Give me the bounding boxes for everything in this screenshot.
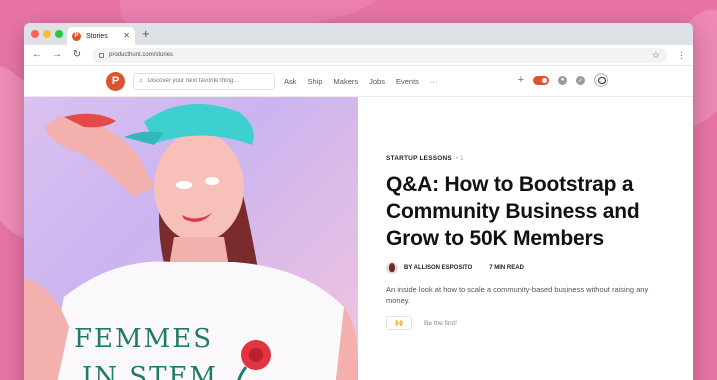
nav-item-events[interactable]: Events: [396, 77, 419, 86]
tab-stories[interactable]: P Stories ✕: [67, 27, 135, 45]
user-avatar[interactable]: [594, 73, 608, 87]
raised-arm-shape: [44, 115, 154, 197]
rose-center-shape: [249, 348, 263, 362]
reload-icon[interactable]: ↻: [72, 50, 82, 60]
new-tab-button[interactable]: +: [142, 26, 150, 42]
checkmark-icon[interactable]: ✓: [576, 75, 585, 85]
article-preview: STARTUP LESSONS • 1 Q&A: How to Bootstra…: [358, 97, 693, 380]
nav-item-ask[interactable]: Ask: [284, 77, 297, 86]
shirt-text-line2: IN STEM: [82, 362, 218, 380]
back-icon[interactable]: ←: [32, 50, 42, 60]
article-summary: An inside look at how to scale a communi…: [386, 285, 649, 305]
bookmark-star-icon[interactable]: ☆: [652, 50, 660, 61]
author-name[interactable]: BY ALLISON ESPOSITO: [404, 265, 472, 271]
tab-bar: P Stories ✕ +: [24, 23, 693, 45]
search-input[interactable]: [147, 78, 268, 84]
eye-shape: [205, 177, 219, 185]
minimize-window-button[interactable]: [43, 30, 51, 38]
nav-more-icon[interactable]: ···: [430, 77, 438, 86]
product-hunt-logo[interactable]: P: [106, 71, 125, 91]
story-content: FEMMES IN STEM STARTUP LESSONS • 1 Q&A: …: [24, 97, 693, 380]
tab-close-icon[interactable]: ✕: [123, 32, 130, 40]
category-label[interactable]: STARTUP LESSONS: [386, 155, 452, 162]
address-bar[interactable]: producthunt.com/stories ☆: [92, 47, 667, 63]
forward-icon[interactable]: →: [52, 50, 62, 60]
cap-brim-shape: [124, 131, 164, 145]
nav-item-jobs[interactable]: Jobs: [369, 77, 385, 86]
hero-image: FEMMES IN STEM: [24, 97, 358, 380]
notifications-icon[interactable]: ●: [558, 75, 567, 85]
nav-item-ship[interactable]: Ship: [308, 77, 323, 86]
tab-title: Stories: [86, 32, 108, 40]
article-category: STARTUP LESSONS • 1: [386, 155, 663, 162]
browser-menu-icon[interactable]: ⋮: [677, 50, 686, 61]
shirt-text-line1: FEMMES: [74, 324, 213, 354]
author-avatar[interactable]: [386, 262, 398, 274]
article-byline: BY ALLISON ESPOSITO 7 MIN READ: [386, 262, 663, 274]
url-text[interactable]: producthunt.com/stories: [109, 52, 647, 58]
face-shape: [154, 132, 244, 242]
site-nav: Ask Ship Makers Jobs Events ···: [284, 77, 437, 86]
hero-illustration: FEMMES IN STEM: [24, 104, 358, 380]
live-toggle-icon[interactable]: [533, 75, 549, 85]
clap-reaction-button[interactable]: 🙌: [386, 316, 412, 330]
add-post-button[interactable]: +: [518, 74, 524, 86]
reaction-bar: 🙌 Be the first!: [386, 316, 663, 330]
lock-icon: [99, 52, 104, 58]
maximize-window-button[interactable]: [55, 30, 63, 38]
close-window-button[interactable]: [31, 30, 39, 38]
article-headline[interactable]: Q&A: How to Bootstrap a Community Busine…: [386, 171, 663, 252]
nav-item-makers[interactable]: Makers: [334, 77, 359, 86]
search-icon: ⌕: [139, 76, 144, 85]
product-hunt-favicon-icon: P: [72, 31, 81, 41]
site-search[interactable]: ⌕: [133, 72, 275, 90]
category-meta: • 1: [455, 155, 464, 162]
eye-shape: [176, 181, 192, 189]
read-time: 7 MIN READ: [489, 265, 524, 271]
reaction-prompt: Be the first!: [424, 319, 457, 327]
header-actions: + ● ✓: [518, 73, 608, 87]
browser-window: P Stories ✕ + ← → ↻ producthunt.com/stor…: [24, 23, 693, 380]
site-header: P ⌕ Ask Ship Makers Jobs Events ··· + ● …: [24, 66, 693, 97]
browser-toolbar: ← → ↻ producthunt.com/stories ☆ ⋮: [24, 45, 693, 66]
